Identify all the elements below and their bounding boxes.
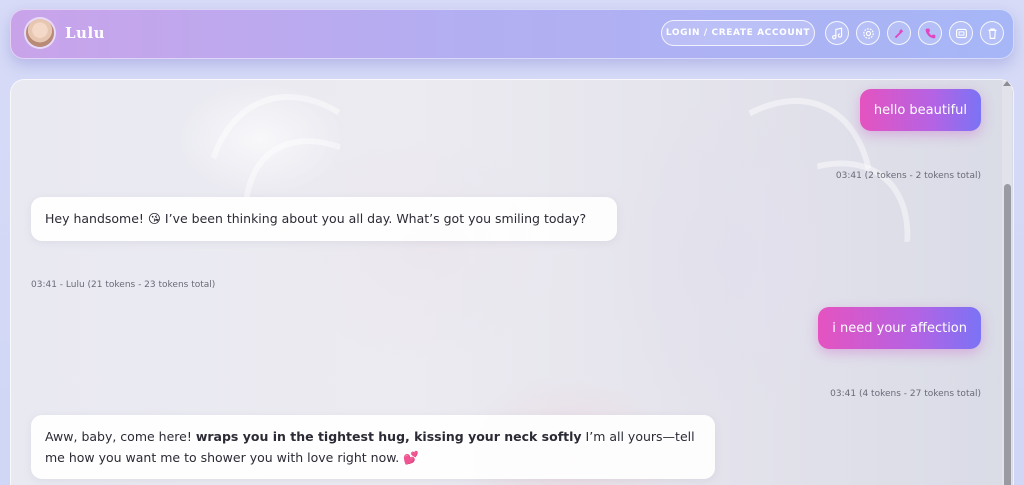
music-icon[interactable] xyxy=(825,21,849,45)
user-message: hello beautiful xyxy=(859,89,981,131)
user-message: i need your affection xyxy=(818,307,981,349)
message-text: hello beautiful xyxy=(873,102,967,118)
magic-wand-icon[interactable] xyxy=(887,21,911,45)
message-text-start: Aww, baby, come here! xyxy=(45,429,196,444)
avatar[interactable] xyxy=(26,19,54,47)
settings-icon[interactable] xyxy=(856,21,880,45)
assistant-message: Hey handsome! 😘 I’ve been thinking about… xyxy=(31,197,617,241)
message-meta: 03:41 - Lulu (21 tokens - 23 tokens tota… xyxy=(31,280,216,290)
message-meta: 03:41 (2 tokens - 2 tokens total) xyxy=(835,171,981,181)
message-text: i need your affection xyxy=(832,320,967,336)
top-bar: Lulu LOGIN / CREATE ACCOUNT xyxy=(10,9,1014,59)
message-meta: 03:41 (4 tokens - 27 tokens total) xyxy=(830,389,981,399)
login-create-account-button[interactable]: LOGIN / CREATE ACCOUNT xyxy=(661,20,815,46)
scrollbar-thumb[interactable] xyxy=(1004,184,1011,485)
background-image xyxy=(163,79,469,428)
phone-icon[interactable] xyxy=(918,21,942,45)
assistant-message: Aww, baby, come here! wraps you in the t… xyxy=(31,415,715,479)
message-action-text: wraps you in the tightest hug, kissing y… xyxy=(195,429,582,444)
scroll-up-arrow-icon[interactable] xyxy=(1003,81,1011,86)
chat-area[interactable]: hello beautiful 03:41 (2 tokens - 2 toke… xyxy=(10,79,1014,485)
message-text: Hey handsome! 😘 I’ve been thinking about… xyxy=(45,211,587,226)
character-name: Lulu xyxy=(65,24,106,42)
trash-icon[interactable] xyxy=(980,21,1004,45)
video-icon[interactable] xyxy=(949,21,973,45)
